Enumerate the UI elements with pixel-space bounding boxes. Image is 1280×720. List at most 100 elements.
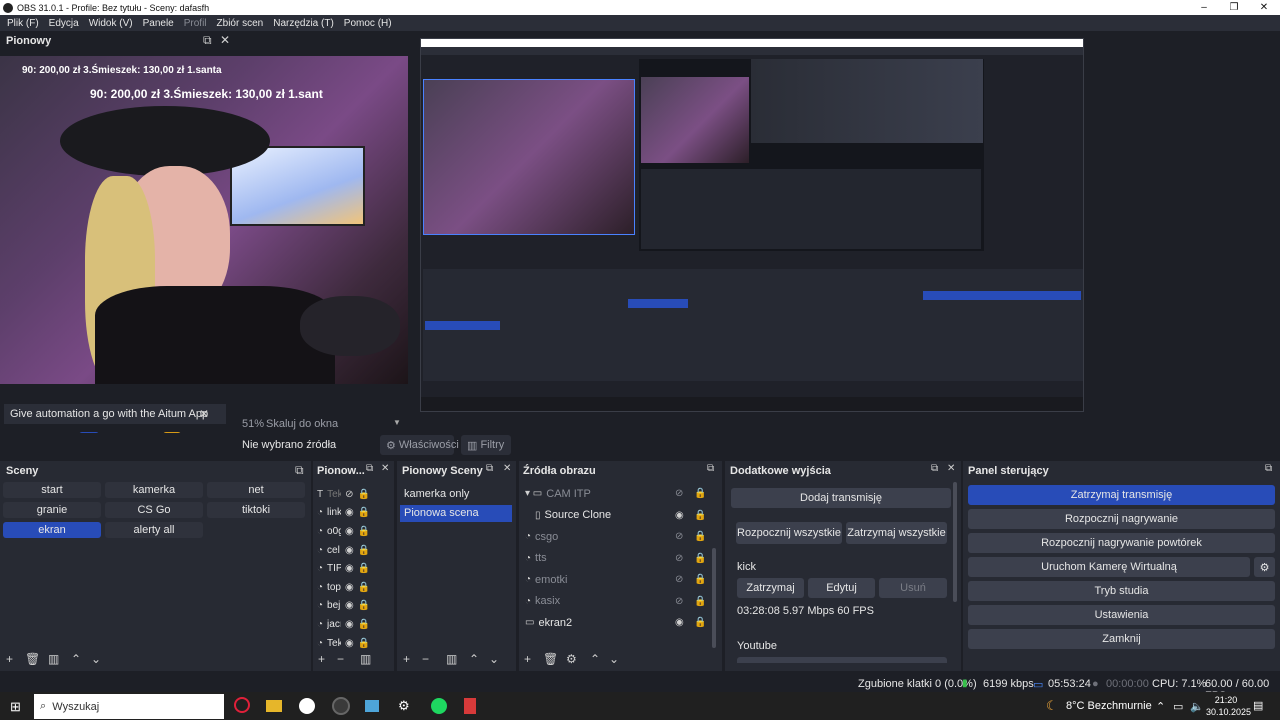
scene-ekran[interactable]: ekran bbox=[3, 522, 101, 538]
vsources-add-icon[interactable]: + bbox=[318, 652, 325, 666]
hidden-eye-icon[interactable]: ⊘ bbox=[675, 553, 683, 564]
source-row[interactable]: ◔ kasix ⊘ 🔒 bbox=[523, 591, 715, 613]
minimize-icon[interactable]: – bbox=[1188, 0, 1220, 15]
scene-kamerka[interactable]: kamerka bbox=[105, 482, 203, 498]
vertical-source-row[interactable]: ◔ top ◉ 🔒 bbox=[317, 578, 387, 597]
menu-edit[interactable]: Edycja bbox=[44, 18, 84, 29]
lock-icon[interactable]: 🔒 bbox=[358, 507, 370, 518]
outputs-scrollbar[interactable] bbox=[953, 482, 957, 602]
vertical-source-row[interactable]: ◔ TIP ◉ 🔒 bbox=[317, 559, 387, 578]
lock-icon[interactable]: 🔒 bbox=[694, 488, 706, 499]
visibility-eye-icon[interactable]: ◉ bbox=[345, 563, 354, 574]
scene-csgo[interactable]: CS Go bbox=[105, 502, 203, 518]
start-replay-buffer-button[interactable]: Rozpocznij nagrywanie powtórek bbox=[968, 533, 1275, 553]
hidden-eye-icon[interactable]: ⊘ bbox=[675, 531, 683, 542]
visibility-eye-icon[interactable]: ◉ bbox=[345, 582, 354, 593]
start-virtual-camera-button[interactable]: Uruchom Kamerę Wirtualną bbox=[968, 557, 1250, 577]
opera-icon[interactable] bbox=[234, 697, 250, 713]
visibility-eye-icon[interactable]: ◉ bbox=[675, 510, 684, 521]
scene-up-icon[interactable]: ⌃ bbox=[71, 652, 81, 666]
scene-start[interactable]: start bbox=[3, 482, 101, 498]
filters-button[interactable]: ▥ Filtry bbox=[461, 435, 511, 455]
lock-icon[interactable]: 🔒 bbox=[358, 489, 370, 500]
add-stream-button[interactable]: Dodaj transmisję bbox=[731, 488, 951, 508]
stop-all-button[interactable]: Zatrzymaj wszystkie bbox=[846, 522, 947, 544]
source-row[interactable]: ▾ ▭ CAM ITP ⊘ 🔒 bbox=[523, 483, 715, 505]
lock-icon[interactable]: 🔒 bbox=[358, 563, 370, 574]
source-row[interactable]: ▯ Source Clone ◉ 🔒 bbox=[523, 505, 715, 527]
scene-filters-icon[interactable]: ▥ bbox=[48, 652, 59, 666]
start-all-button[interactable]: Rozpocznij wszystkie bbox=[736, 522, 842, 544]
sources-up-icon[interactable]: ⌃ bbox=[590, 652, 600, 666]
vscenes-undock-icon[interactable]: ⧉ bbox=[486, 463, 493, 474]
scene-alerty-all[interactable]: alerty all bbox=[105, 522, 203, 538]
sources-down-icon[interactable]: ⌄ bbox=[609, 652, 619, 666]
vscenes-filters-icon[interactable]: ▥ bbox=[446, 652, 457, 666]
outputs-undock-icon[interactable]: ⧉ bbox=[931, 463, 938, 474]
vscenes-close-icon[interactable]: ✕ bbox=[503, 463, 511, 474]
obs-taskbar-icon[interactable] bbox=[332, 697, 350, 715]
scene-down-icon[interactable]: ⌄ bbox=[91, 652, 101, 666]
vscenes-add-icon[interactable]: + bbox=[403, 652, 410, 666]
app-icon[interactable] bbox=[464, 698, 476, 714]
menu-docks[interactable]: Panele bbox=[138, 18, 179, 29]
stop-streaming-button[interactable]: Zatrzymaj transmisję bbox=[968, 485, 1275, 505]
vertical-source-row[interactable]: ◔ Tek ◉ 🔒 bbox=[317, 634, 387, 653]
virtual-camera-settings-gear-icon[interactable]: ⚙ bbox=[1254, 557, 1275, 577]
network-icon[interactable]: ▭ bbox=[1173, 700, 1183, 713]
vsources-remove-icon[interactable]: − bbox=[337, 652, 344, 666]
vscene-pionowa-scena[interactable]: Pionowa scena bbox=[400, 505, 512, 522]
vertical-source-row[interactable]: T Tek ⊘ 🔒 bbox=[317, 485, 387, 504]
sources-remove-icon[interactable]: 🗑 bbox=[543, 652, 558, 666]
app-window-icon[interactable] bbox=[365, 700, 379, 712]
vscenes-remove-icon[interactable]: − bbox=[422, 652, 429, 666]
start-recording-button[interactable]: Rozpocznij nagrywanie bbox=[968, 509, 1275, 529]
lock-icon[interactable]: 🔒 bbox=[694, 510, 706, 521]
vertical-preview[interactable] bbox=[0, 56, 408, 384]
vertical-source-row[interactable]: ◔ o0g ◉ 🔒 bbox=[317, 522, 387, 541]
lock-icon[interactable]: 🔒 bbox=[358, 600, 370, 611]
hidden-eye-icon[interactable]: ⊘ bbox=[675, 574, 683, 585]
menu-profile[interactable]: Profil bbox=[179, 18, 212, 29]
tray-chevron-icon[interactable]: ⌃ bbox=[1156, 700, 1165, 713]
undock-icon[interactable]: ⧉ bbox=[203, 33, 212, 48]
scale-dropdown-chevron-icon[interactable]: ▼ bbox=[393, 418, 401, 427]
close-dock-icon[interactable]: ✕ bbox=[220, 33, 230, 47]
scene-tiktoki[interactable]: tiktoki bbox=[207, 502, 305, 518]
lock-icon[interactable]: 🔒 bbox=[358, 545, 370, 556]
lock-icon[interactable]: 🔒 bbox=[358, 619, 370, 630]
studio-mode-button[interactable]: Tryb studia bbox=[968, 581, 1275, 601]
sources-undock-icon[interactable]: ⧉ bbox=[707, 463, 714, 474]
weather-text[interactable]: 8°C Bezchmurnie bbox=[1066, 700, 1152, 712]
vscenes-down-icon[interactable]: ⌄ bbox=[489, 652, 499, 666]
vsources-close-icon[interactable]: ✕ bbox=[381, 463, 389, 474]
vscene-kamerka-only[interactable]: kamerka only bbox=[400, 486, 512, 503]
discord-icon[interactable] bbox=[299, 698, 315, 714]
source-row[interactable]: ◔ tts ⊘ 🔒 bbox=[523, 548, 715, 570]
sources-settings-icon[interactable]: ⚙ bbox=[566, 652, 577, 666]
exit-button[interactable]: Zamknij bbox=[968, 629, 1275, 649]
properties-button[interactable]: ⚙ Właściwości bbox=[380, 435, 459, 455]
lock-icon[interactable]: 🔒 bbox=[694, 617, 706, 628]
add-scene-icon[interactable]: + bbox=[6, 652, 13, 666]
lock-icon[interactable]: 🔒 bbox=[358, 582, 370, 593]
main-preview[interactable] bbox=[420, 38, 1084, 412]
lock-icon[interactable]: 🔒 bbox=[358, 638, 370, 649]
menu-view[interactable]: Widok (V) bbox=[84, 18, 138, 29]
lock-icon[interactable]: 🔒 bbox=[694, 596, 706, 607]
maximize-icon[interactable]: ❐ bbox=[1218, 0, 1250, 15]
taskbar-clock[interactable]: 21:20 30.10.2025 bbox=[1206, 694, 1251, 718]
controls-undock-icon[interactable]: ⧉ bbox=[1265, 463, 1272, 474]
visibility-eye-icon[interactable]: ◉ bbox=[345, 526, 354, 537]
sources-scrollbar[interactable] bbox=[712, 548, 716, 648]
scale-dropdown[interactable]: Skaluj do okna bbox=[266, 418, 338, 430]
vertical-source-row[interactable]: ◔ bej ◉ 🔒 bbox=[317, 597, 387, 616]
visibility-eye-icon[interactable]: ◉ bbox=[345, 638, 354, 649]
spotify-icon[interactable] bbox=[431, 698, 447, 714]
hidden-eye-icon[interactable]: ⊘ bbox=[675, 596, 683, 607]
sources-add-icon[interactable]: + bbox=[524, 652, 531, 666]
menu-help[interactable]: Pomoc (H) bbox=[339, 18, 397, 29]
scenes-undock-icon[interactable]: ⧉ bbox=[295, 463, 304, 478]
notifications-icon[interactable]: ▤ bbox=[1253, 699, 1263, 712]
outputs-close-icon[interactable]: ✕ bbox=[947, 463, 955, 474]
